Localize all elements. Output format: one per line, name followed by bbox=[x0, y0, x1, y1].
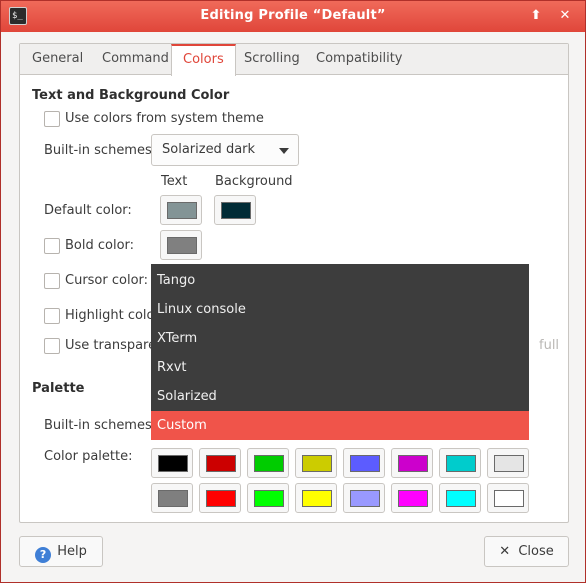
palette-color-swatch bbox=[350, 455, 380, 472]
palette-color-button[interactable] bbox=[487, 448, 529, 478]
title-bar[interactable]: $_ Editing Profile “Default” ⬆ ✕ bbox=[1, 1, 585, 32]
palette-color-swatch bbox=[206, 455, 236, 472]
default-color-label: Default color: bbox=[44, 203, 132, 218]
tab-bar: General Command Colors Scrolling Compati… bbox=[20, 44, 568, 76]
dropdown-item-tango[interactable]: Tango bbox=[151, 266, 529, 295]
palette-color-swatch bbox=[494, 490, 524, 507]
tab-general[interactable]: General bbox=[21, 44, 94, 75]
help-button[interactable]: ? Help bbox=[19, 536, 103, 567]
builtin-schemes-label: Built-in schemes: bbox=[44, 143, 157, 158]
help-button-label: Help bbox=[57, 544, 87, 559]
close-icon: ✕ bbox=[499, 544, 511, 559]
help-icon: ? bbox=[35, 547, 52, 563]
palette-color-button[interactable] bbox=[391, 448, 433, 478]
palette-schemes-dropdown[interactable]: Tango Linux console XTerm Rxvt Solarized… bbox=[151, 264, 529, 440]
tab-scrolling[interactable]: Scrolling bbox=[233, 44, 311, 75]
use-transparent-label[interactable]: Use transparen bbox=[65, 338, 164, 353]
builtin-schemes-value: Solarized dark bbox=[162, 142, 256, 157]
use-system-theme-checkbox[interactable] bbox=[44, 111, 60, 127]
transparency-full-label: full bbox=[539, 338, 560, 353]
palette-color-swatch bbox=[302, 490, 332, 507]
bold-color-label[interactable]: Bold color: bbox=[65, 238, 134, 253]
palette-color-swatch bbox=[254, 455, 284, 472]
palette-color-button[interactable] bbox=[151, 483, 193, 513]
palette-color-button[interactable] bbox=[295, 483, 337, 513]
palette-color-swatch bbox=[254, 490, 284, 507]
cursor-color-label[interactable]: Cursor color: bbox=[65, 273, 148, 288]
preferences-window: $_ Editing Profile “Default” ⬆ ✕ General… bbox=[0, 0, 586, 583]
palette-color-button[interactable] bbox=[391, 483, 433, 513]
cursor-color-checkbox[interactable] bbox=[44, 273, 60, 289]
palette-color-button[interactable] bbox=[295, 448, 337, 478]
palette-color-button[interactable] bbox=[151, 448, 193, 478]
default-text-swatch bbox=[167, 202, 197, 219]
dropdown-item-solarized[interactable]: Solarized bbox=[151, 382, 529, 411]
dropdown-item-xterm[interactable]: XTerm bbox=[151, 324, 529, 353]
palette-color-button[interactable] bbox=[199, 483, 241, 513]
highlight-color-checkbox[interactable] bbox=[44, 308, 60, 324]
close-button[interactable]: ✕ Close bbox=[484, 536, 569, 567]
dropdown-arrow-icon bbox=[279, 148, 289, 154]
tab-command[interactable]: Command bbox=[91, 44, 180, 75]
text-column-header: Text bbox=[161, 174, 188, 189]
palette-color-button[interactable] bbox=[343, 483, 385, 513]
palette-color-swatch bbox=[350, 490, 380, 507]
tab-compatibility[interactable]: Compatibility bbox=[305, 44, 414, 75]
dropdown-item-linux-console[interactable]: Linux console bbox=[151, 295, 529, 324]
palette-color-swatch bbox=[158, 455, 188, 472]
background-column-header: Background bbox=[215, 174, 293, 189]
color-palette-label: Color palette: bbox=[44, 449, 133, 464]
default-text-color-button[interactable] bbox=[160, 195, 202, 225]
window-title: Editing Profile “Default” bbox=[200, 8, 386, 23]
palette-color-button[interactable] bbox=[247, 483, 289, 513]
highlight-color-label[interactable]: Highlight color: bbox=[65, 308, 164, 323]
palette-color-button[interactable] bbox=[439, 483, 481, 513]
default-background-swatch bbox=[221, 202, 251, 219]
bold-color-checkbox[interactable] bbox=[44, 238, 60, 254]
builtin-schemes-combo[interactable]: Solarized dark bbox=[151, 134, 299, 166]
palette-color-swatch bbox=[206, 490, 236, 507]
palette-color-swatch bbox=[398, 455, 428, 472]
bold-text-swatch bbox=[167, 237, 197, 254]
window-close-icon[interactable]: ✕ bbox=[556, 7, 574, 25]
palette-color-swatch bbox=[398, 490, 428, 507]
palette-color-swatch bbox=[302, 455, 332, 472]
default-background-color-button[interactable] bbox=[214, 195, 256, 225]
bold-color-button[interactable] bbox=[160, 230, 202, 260]
palette-color-button[interactable] bbox=[487, 483, 529, 513]
palette-color-swatch bbox=[446, 455, 476, 472]
palette-color-swatch bbox=[494, 455, 524, 472]
use-transparent-checkbox[interactable] bbox=[44, 338, 60, 354]
palette-color-swatch bbox=[158, 490, 188, 507]
palette-color-button[interactable] bbox=[439, 448, 481, 478]
palette-color-button[interactable] bbox=[343, 448, 385, 478]
close-button-label: Close bbox=[518, 544, 554, 559]
palette-builtin-schemes-label: Built-in schemes: bbox=[44, 418, 157, 433]
palette-section-title: Palette bbox=[32, 381, 85, 396]
dropdown-item-custom[interactable]: Custom bbox=[151, 411, 529, 440]
text-bg-section-title: Text and Background Color bbox=[32, 88, 230, 103]
palette-color-button[interactable] bbox=[199, 448, 241, 478]
palette-color-button[interactable] bbox=[247, 448, 289, 478]
tab-colors[interactable]: Colors bbox=[171, 44, 236, 76]
use-system-theme-label[interactable]: Use colors from system theme bbox=[65, 111, 264, 126]
palette-color-swatch bbox=[446, 490, 476, 507]
dropdown-item-rxvt[interactable]: Rxvt bbox=[151, 353, 529, 382]
keep-above-icon[interactable]: ⬆ bbox=[527, 7, 545, 25]
